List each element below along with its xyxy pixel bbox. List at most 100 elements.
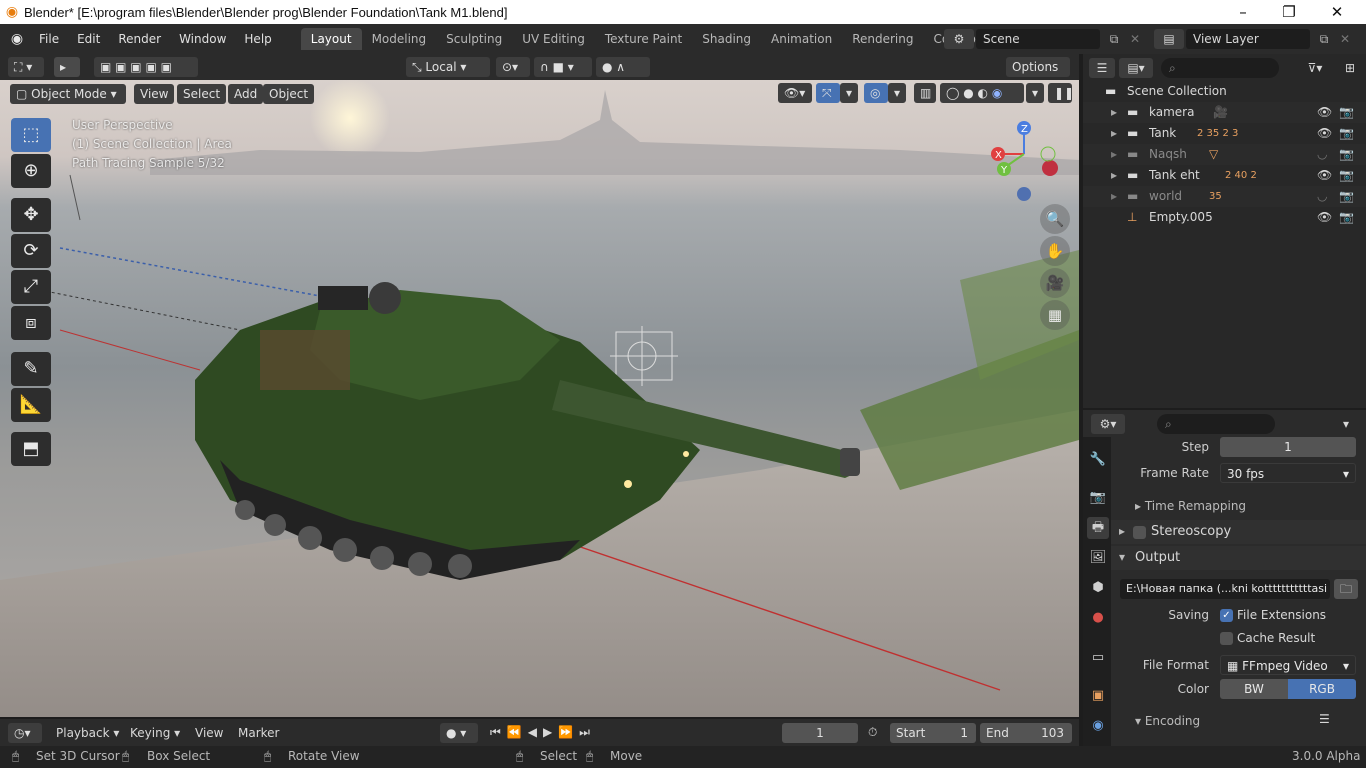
scene-selector-icon[interactable]: ⚙ bbox=[944, 29, 974, 49]
transform-tool-icon[interactable]: ⧈ bbox=[11, 306, 51, 340]
camera-view-icon[interactable]: 🎥 bbox=[1040, 268, 1070, 298]
tab-modeling[interactable]: Modeling bbox=[362, 28, 437, 50]
collection-tab-icon[interactable]: ▭ bbox=[1087, 647, 1109, 669]
copy-view-layer-icon[interactable]: ⧉ bbox=[1314, 29, 1334, 49]
scale-tool-icon[interactable]: ⤢ bbox=[11, 270, 51, 304]
start-frame-field[interactable]: Start 1 bbox=[890, 723, 976, 743]
tab-animation[interactable]: Animation bbox=[761, 28, 842, 50]
current-frame-field[interactable]: 1 bbox=[782, 723, 858, 743]
outliner-row[interactable]: ▸ ▬ Tank 2 35 2 3 👁 📷 bbox=[1083, 123, 1366, 144]
expand-arrow-icon[interactable]: ▸ bbox=[1111, 123, 1117, 144]
outliner-row[interactable]: ▸ ▬ world 35 ◡ 📷 bbox=[1083, 186, 1366, 207]
measure-tool-icon[interactable]: 📐 bbox=[11, 388, 51, 422]
folder-browse-icon[interactable]: 🗀 bbox=[1334, 579, 1358, 599]
snap-icon[interactable]: ∩ ■ ▾ bbox=[534, 57, 592, 77]
menu-window[interactable]: Window bbox=[170, 32, 235, 46]
tab-rendering[interactable]: Rendering bbox=[842, 28, 923, 50]
frame-rate-dropdown[interactable]: 30 fps ▾ bbox=[1220, 463, 1356, 483]
end-frame-field[interactable]: End 103 bbox=[980, 723, 1072, 743]
navigation-gizmo[interactable]: Z X Y bbox=[986, 118, 1066, 208]
file-format-dropdown[interactable]: ▦ FFmpeg Video ▾ bbox=[1220, 655, 1356, 675]
scene-field[interactable]: Scene bbox=[976, 29, 1100, 49]
visibility-icon[interactable]: 👁▾ bbox=[778, 83, 812, 103]
delete-view-layer-icon[interactable]: ✕ bbox=[1336, 29, 1354, 49]
encoding-expander[interactable]: ▾ Encoding bbox=[1135, 714, 1200, 728]
playback-menu[interactable]: Playback ▾ bbox=[56, 726, 119, 740]
tab-texture-paint[interactable]: Texture Paint bbox=[595, 28, 692, 50]
mode-dropdown[interactable]: ▢ Object Mode ▾ bbox=[10, 84, 126, 104]
menu-view[interactable]: View bbox=[134, 84, 175, 104]
time-remapping-expander[interactable]: ▸ Time Remapping bbox=[1135, 499, 1246, 513]
pause-render-icon[interactable]: ❚❚ bbox=[1048, 83, 1074, 103]
scene-tab-icon[interactable]: ⬢ bbox=[1087, 577, 1109, 599]
color-bw-button[interactable]: BW bbox=[1220, 679, 1288, 699]
render-camera-icon[interactable]: 📷 bbox=[1339, 144, 1354, 165]
eye-icon[interactable]: 👁 bbox=[1317, 165, 1332, 186]
minimize-button[interactable]: – bbox=[1220, 0, 1266, 24]
eye-hidden-icon[interactable]: ◡ bbox=[1317, 144, 1327, 165]
tab-shading[interactable]: Shading bbox=[692, 28, 761, 50]
render-camera-icon[interactable]: 📷 bbox=[1339, 102, 1354, 123]
options-dropdown[interactable]: Options ▾ bbox=[1006, 57, 1070, 94]
select-tool-icon[interactable]: ▸ bbox=[54, 57, 80, 77]
output-path-field[interactable]: E:\Новая папка (...kni kotttttttttttasi bbox=[1120, 579, 1330, 599]
xray-icon[interactable]: ▥ bbox=[914, 83, 936, 103]
close-button[interactable]: ✕ bbox=[1314, 0, 1360, 24]
copy-scene-icon[interactable]: ⧉ bbox=[1104, 29, 1124, 49]
eye-icon[interactable]: 👁 bbox=[1317, 123, 1332, 144]
gizmo-toggle-icon[interactable]: ⤧ bbox=[816, 83, 840, 103]
marker-menu[interactable]: Marker bbox=[238, 726, 279, 740]
expand-arrow-icon[interactable]: ▸ bbox=[1111, 186, 1117, 207]
menu-edit[interactable]: Edit bbox=[68, 32, 109, 46]
view-layer-selector-icon[interactable]: ▤ bbox=[1154, 29, 1184, 49]
stereoscopy-panel[interactable]: ▸ Stereoscopy bbox=[1111, 520, 1366, 544]
outliner-row[interactable]: ▸ ▬ kamera 🎥 👁 📷 bbox=[1083, 102, 1366, 123]
add-cube-tool-icon[interactable]: ⬒ bbox=[11, 432, 51, 466]
expand-arrow-icon[interactable]: ▸ bbox=[1111, 144, 1117, 165]
outliner-root-row[interactable]: ▬ Scene Collection bbox=[1083, 81, 1366, 102]
render-camera-icon[interactable]: 📷 bbox=[1339, 207, 1354, 228]
output-panel-header[interactable]: ▾ Output bbox=[1111, 546, 1366, 570]
shading-mode-icons[interactable]: ◯ ● ◐ ◉ bbox=[940, 83, 1024, 103]
object-tab-icon[interactable]: ▣ bbox=[1087, 685, 1109, 707]
gizmo-dropdown-icon[interactable]: ▾ bbox=[840, 83, 858, 103]
tab-uv-editing[interactable]: UV Editing bbox=[512, 28, 595, 50]
cache-result-checkbox[interactable] bbox=[1220, 632, 1233, 645]
record-keyframe-icon[interactable]: ● ▾ bbox=[440, 723, 478, 743]
pivot-point-icon[interactable]: ⊙▾ bbox=[496, 57, 530, 77]
overlays-toggle-icon[interactable]: ◎ bbox=[864, 83, 888, 103]
output-tab-icon[interactable]: 🖶 bbox=[1087, 517, 1109, 539]
expand-arrow-icon[interactable]: ▸ bbox=[1111, 165, 1117, 186]
properties-editor-icon[interactable]: ⚙▾ bbox=[1091, 414, 1125, 434]
color-rgb-button[interactable]: RGB bbox=[1288, 679, 1356, 699]
physics-tab-icon[interactable]: ◉ bbox=[1087, 715, 1109, 737]
properties-options-icon[interactable]: ▾ bbox=[1335, 414, 1357, 434]
world-tab-icon[interactable]: ● bbox=[1087, 607, 1109, 629]
move-tool-icon[interactable]: ✥ bbox=[11, 198, 51, 232]
eye-hidden-icon[interactable]: ◡ bbox=[1317, 186, 1327, 207]
render-camera-icon[interactable]: 📷 bbox=[1339, 165, 1354, 186]
playback-controls-icons[interactable]: ⏮⏪◀▶⏩⏭ bbox=[490, 725, 616, 740]
timeline-view-menu[interactable]: View bbox=[195, 726, 223, 740]
tab-layout[interactable]: Layout bbox=[300, 28, 362, 50]
step-field[interactable]: 1 bbox=[1220, 437, 1356, 457]
file-extensions-checkbox[interactable]: ✓ bbox=[1220, 609, 1233, 622]
eye-icon[interactable]: 👁 bbox=[1317, 207, 1332, 228]
menu-help[interactable]: Help bbox=[235, 32, 280, 46]
selection-mode-icons[interactable]: ▣ ▣ ▣ ▣ ▣ bbox=[94, 57, 198, 77]
blender-menu-icon[interactable]: ◉ bbox=[4, 31, 30, 47]
outliner-search-input[interactable]: ⌕ bbox=[1161, 58, 1279, 78]
render-camera-icon[interactable]: 📷 bbox=[1339, 123, 1354, 144]
stopwatch-icon[interactable]: ⏱ bbox=[868, 725, 877, 740]
zoom-icon[interactable]: 🔍 bbox=[1040, 204, 1070, 234]
outliner-row[interactable]: ▸ ▬ Naqsh ▽ ◡ 📷 bbox=[1083, 144, 1366, 165]
tool-tab-icon[interactable]: 🔧 bbox=[1087, 449, 1109, 471]
view-layer-field[interactable]: View Layer bbox=[1186, 29, 1310, 49]
tab-sculpting[interactable]: Sculpting bbox=[436, 28, 512, 50]
menu-select[interactable]: Select bbox=[177, 84, 227, 104]
shading-dropdown-icon[interactable]: ▾ bbox=[1026, 83, 1044, 103]
outliner-editor-icon[interactable]: ☰ bbox=[1089, 58, 1115, 78]
cursor-tool-icon[interactable]: ⊕ bbox=[11, 154, 51, 188]
expand-arrow-icon[interactable]: ▸ bbox=[1111, 102, 1117, 123]
menu-render[interactable]: Render bbox=[109, 32, 170, 46]
